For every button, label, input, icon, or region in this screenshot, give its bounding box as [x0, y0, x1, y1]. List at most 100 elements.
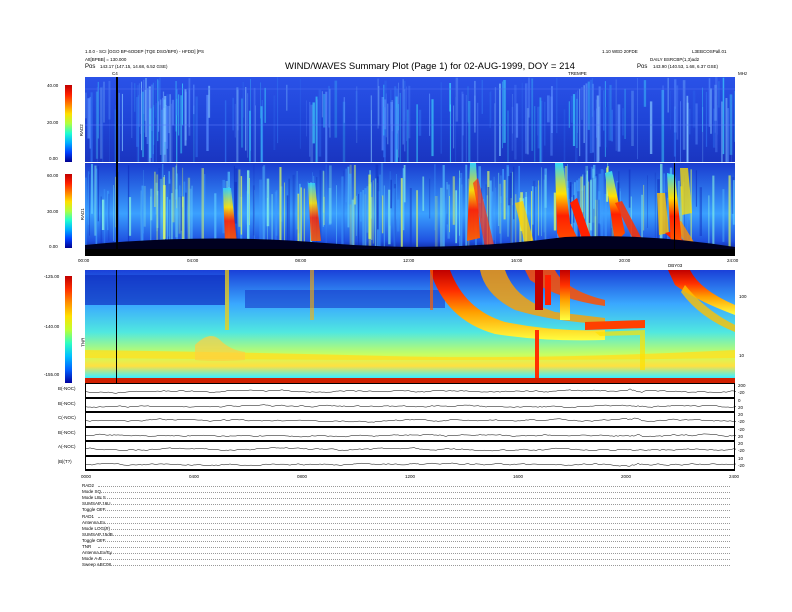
spectrogram-streak	[513, 166, 515, 220]
spectrogram-streak	[547, 95, 550, 123]
spectrogram-streak	[617, 104, 621, 152]
settings-dotline	[98, 547, 730, 548]
spectrogram-streak	[247, 93, 249, 158]
bfield-line-1	[85, 403, 737, 408]
spectrogram-streak	[374, 178, 377, 255]
spectrogram-streak	[418, 109, 422, 136]
spectrogram-streak	[481, 80, 483, 114]
spectrogram-streak	[553, 192, 557, 231]
tnr-tick-bottom: -155.00	[44, 372, 60, 377]
settings-label: RAD2	[82, 483, 95, 488]
tnr-right-tick-10: 10	[739, 353, 745, 358]
spectrogram-streak	[534, 106, 536, 162]
spectrogram-streak	[262, 166, 265, 248]
time-tick-lower-0: 0000	[81, 474, 92, 479]
spectrogram-streak	[273, 95, 276, 150]
spectrogram-streak	[434, 196, 438, 255]
spectrogram-streak	[440, 82, 442, 154]
settings-label: Mode	[82, 525, 94, 531]
spectrogram-streak	[570, 95, 573, 123]
spectrogram-streak	[131, 82, 133, 138]
spectrogram-streak	[138, 95, 139, 162]
spectrogram-streak	[182, 83, 183, 126]
spectrogram-streak	[502, 81, 503, 149]
settings-label: Mode	[82, 489, 94, 495]
header-right-line2: DAILY BSRCBP(1,3)ad2	[650, 57, 700, 62]
spectrogram-streak	[710, 88, 712, 134]
spectrogram-streak	[581, 87, 583, 120]
spectrogram-streak	[429, 93, 431, 136]
spectrogram-streak	[402, 168, 405, 231]
spectrogram-streak	[128, 197, 132, 236]
settings-row: RAD2	[82, 483, 94, 488]
spectrogram-streak	[609, 84, 612, 141]
spectrogram-streak	[260, 82, 261, 119]
bfield-label-4: A(-NOC)	[58, 444, 76, 449]
settings-label: Mode	[82, 556, 94, 562]
spectrogram-streak	[649, 101, 653, 154]
spectrogram-streak	[531, 78, 534, 151]
spectrogram-streak	[686, 102, 689, 162]
marker-line-right	[674, 163, 675, 255]
bfield-right-tick-1: 0	[738, 397, 741, 403]
spectrogram-streak	[169, 94, 171, 162]
spectrogram-streak	[87, 98, 91, 139]
spectrogram-streak	[596, 174, 598, 242]
bfield-right-tick-2: 20	[738, 412, 744, 417]
bfield-panel-3	[85, 426, 737, 441]
settings-dotline	[98, 492, 730, 494]
time-tick-lower-6: 2400	[729, 474, 740, 479]
bfield-right-tick-0: 200	[738, 383, 746, 388]
spectrogram-streak	[321, 91, 323, 118]
settings-dotline	[98, 528, 730, 530]
spectrogram-streak	[499, 83, 501, 156]
spectrogram-streak	[521, 82, 523, 162]
time-axis-upper-line	[85, 255, 735, 256]
spectrogram-streak	[140, 190, 142, 244]
spectrogram-streak	[576, 98, 578, 148]
spectrogram-streak	[370, 182, 372, 219]
pos-label-right: Pos	[637, 64, 648, 70]
marker-trempe: TREMPE	[568, 71, 587, 76]
spectrogram-streak	[568, 101, 570, 128]
spectrogram-streak	[163, 185, 166, 239]
spectrogram-streak	[85, 177, 87, 255]
spectrogram-streak	[303, 188, 305, 245]
spectrogram-streak	[155, 103, 157, 162]
spectrogram-streak	[637, 78, 638, 160]
spectrogram-streak	[381, 195, 384, 234]
spectrogram-streak	[306, 100, 307, 137]
settings-label: Toggle	[82, 507, 96, 513]
spectrogram-streak	[264, 87, 266, 123]
spectrogram-streak	[179, 185, 181, 224]
time-tick-lower-1: 0400	[189, 474, 200, 479]
spectrogram-streak	[400, 178, 403, 255]
spectrogram-streak	[121, 93, 123, 152]
spectrogram-streak	[583, 85, 585, 143]
spectrogram-streak	[728, 175, 731, 255]
settings-label: Mode	[82, 495, 94, 501]
pos-label-left: Pos	[85, 64, 96, 70]
spectrogram-streak	[325, 91, 328, 162]
spectrogram-streak	[692, 90, 696, 128]
spectrogram-streak	[591, 78, 593, 117]
header-left-line1: 1.0.0 - SCI [GGO BP-6ODEP (TQE DSO/BP0) …	[85, 49, 204, 54]
spectrogram-streak	[172, 167, 175, 223]
spectrogram-streak	[238, 169, 241, 227]
spectrogram-streak	[541, 167, 542, 237]
spectrogram-streak	[455, 77, 459, 122]
spectrogram-streak	[422, 176, 425, 211]
spectrogram-streak	[598, 191, 601, 224]
settings-dotline	[98, 504, 730, 506]
spectrogram-streak	[184, 89, 187, 146]
spectrogram-streak	[309, 101, 311, 157]
spectrogram-streak	[168, 199, 171, 243]
marker-c4: C4	[112, 71, 118, 76]
spectrogram-streak	[675, 108, 676, 162]
spectrogram-streak	[364, 188, 367, 255]
spectrogram-streak	[416, 104, 418, 162]
spectrogram-streak	[154, 171, 156, 207]
spectrogram-streak	[726, 108, 729, 162]
spectrogram-streak	[355, 195, 357, 236]
time-tick-lower-3: 1200	[405, 474, 416, 479]
